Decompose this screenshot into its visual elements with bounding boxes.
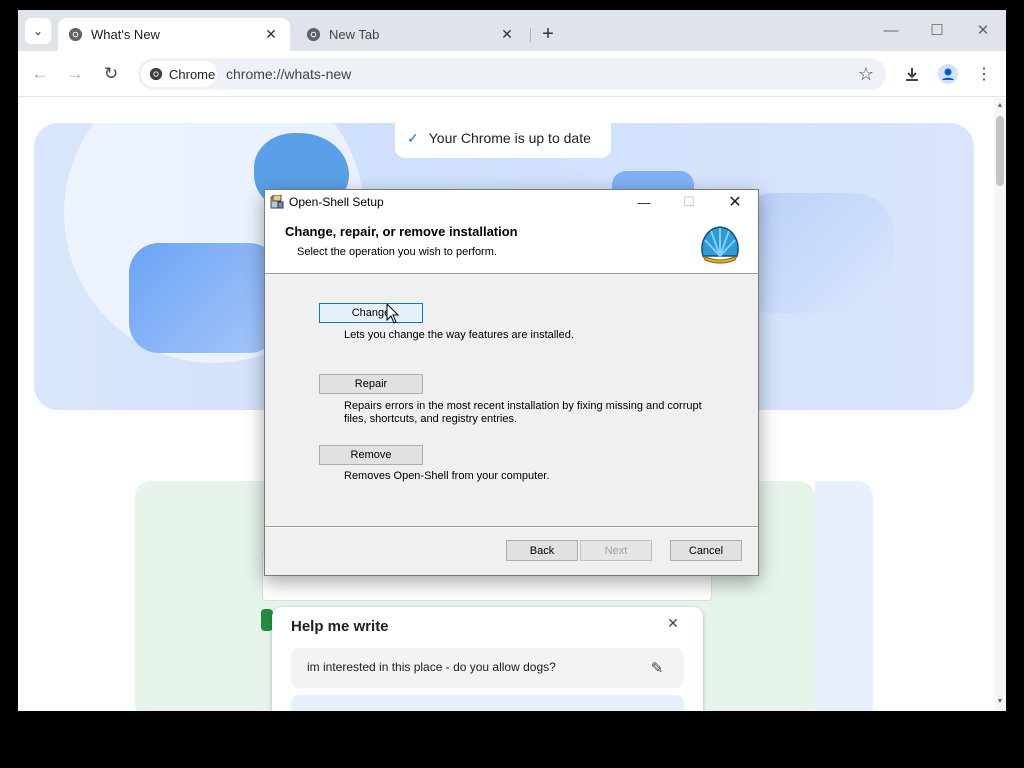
scroll-up-icon[interactable]: ▲: [996, 102, 1004, 110]
bookmark-star-button[interactable]: ☆: [854, 62, 878, 86]
change-button[interactable]: Change: [319, 303, 423, 323]
next-button-label: Next: [604, 544, 628, 557]
remove-description: Removes Open-Shell from your computer.: [344, 470, 550, 482]
close-icon: ✕: [976, 22, 990, 39]
reload-icon: ↻: [103, 64, 119, 83]
maximize-button[interactable]: ☐: [925, 20, 949, 40]
remove-button-label: Remove: [350, 449, 392, 461]
dialog-title: Open-Shell Setup: [289, 195, 384, 209]
dialog-subheading: Select the operation you wish to perform…: [297, 246, 497, 258]
dialog-close-button[interactable]: ✕: [723, 192, 747, 212]
minimize-icon: —: [637, 194, 651, 210]
close-icon[interactable]: ✕: [665, 615, 681, 631]
repair-button-label: Repair: [354, 378, 388, 390]
remove-button[interactable]: Remove: [319, 445, 423, 465]
cancel-button-label: Cancel: [688, 544, 724, 557]
scrollbar-thumb[interactable]: [996, 116, 1004, 186]
maximize-icon: ☐: [930, 22, 944, 39]
download-icon: [906, 68, 918, 81]
help-me-write-title: Help me write: [291, 618, 389, 635]
close-icon: ✕: [728, 194, 742, 211]
profile-icon: [938, 64, 958, 84]
omnibox[interactable]: Chrome chrome://whats-new ☆: [138, 58, 886, 90]
dialog-heading: Change, repair, or remove installation: [285, 224, 518, 239]
tab-strip: ⌄ What's New ✕ New Tab ✕ + — ☐ ✕: [18, 10, 1006, 51]
toolbar: ← → ↻ Chrome chrome://whats-new ☆ ⋮: [18, 51, 1006, 97]
chrome-icon: [68, 27, 83, 42]
chrome-icon: [306, 27, 321, 42]
close-icon[interactable]: ✕: [262, 26, 280, 44]
check-icon: ✓: [407, 129, 419, 146]
help-me-write-prompt: im interested in this place - do you all…: [307, 660, 556, 674]
close-window-button[interactable]: ✕: [971, 20, 995, 40]
dialog-header: Change, repair, or remove installation S…: [265, 214, 758, 274]
dialog-maximize-button: ☐: [677, 192, 701, 212]
arrow-right-icon: →: [66, 64, 84, 83]
menu-button[interactable]: ⋮: [971, 61, 997, 87]
more-vert-icon: ⋮: [976, 66, 992, 83]
tab-search-button[interactable]: ⌄: [25, 18, 51, 44]
forward-button[interactable]: →: [62, 61, 88, 87]
open-shell-logo-icon: [701, 226, 739, 264]
setup-dialog: Open-Shell Setup — ☐ ✕ Change, repair, o…: [264, 189, 759, 576]
dialog-minimize-button[interactable]: —: [632, 192, 656, 212]
update-status-text: Your Chrome is up to date: [428, 130, 591, 146]
help-me-write-card: Help me write ✕ im interested in this pl…: [272, 607, 703, 711]
star-icon: ☆: [857, 63, 875, 84]
dialog-titlebar[interactable]: Open-Shell Setup — ☐ ✕: [265, 190, 758, 214]
repair-description: Repairs errors in the most recent instal…: [344, 400, 702, 425]
reload-button[interactable]: ↻: [98, 61, 124, 87]
downloads-button[interactable]: [899, 61, 925, 87]
chip-label: Chrome: [169, 66, 216, 82]
url-text[interactable]: chrome://whats-new: [226, 66, 351, 82]
help-me-write-input[interactable]: im interested in this place - do you all…: [291, 648, 684, 688]
plus-icon: +: [542, 22, 554, 45]
minimize-icon: —: [883, 21, 899, 39]
next-button: Next: [580, 540, 652, 561]
change-button-label: Change: [351, 307, 391, 319]
hero-decoration: [129, 243, 279, 353]
new-tab-button[interactable]: +: [536, 22, 560, 46]
scroll-down-icon[interactable]: ▼: [996, 698, 1004, 706]
change-description: Lets you change the way features are ins…: [344, 329, 574, 341]
tab-title: New Tab: [329, 27, 380, 42]
back-button[interactable]: Back: [506, 540, 578, 561]
repair-button[interactable]: Repair: [319, 374, 423, 394]
profile-button[interactable]: [935, 61, 961, 87]
arrow-left-icon: ←: [31, 64, 49, 83]
maximize-icon: ☐: [683, 194, 695, 209]
tab-title: What's New: [91, 27, 160, 42]
footer-divider-highlight: [265, 527, 758, 528]
installer-icon: [270, 195, 284, 209]
site-info-chip[interactable]: Chrome: [141, 61, 217, 87]
page-scrollbar[interactable]: ▲ ▼: [994, 98, 1006, 711]
cancel-button[interactable]: Cancel: [670, 540, 742, 561]
pencil-icon[interactable]: ✎: [647, 658, 667, 678]
chrome-icon: [149, 67, 163, 81]
minimize-button[interactable]: —: [879, 20, 903, 40]
update-status-banner: ✓ Your Chrome is up to date: [395, 118, 611, 158]
tab-whats-new[interactable]: What's New ✕: [58, 18, 290, 51]
help-me-write-output: [291, 695, 684, 711]
back-button-label: Back: [529, 544, 555, 557]
chevron-down-icon: ⌄: [32, 24, 44, 38]
mouse-cursor-icon: [386, 303, 400, 324]
tab-new-tab[interactable]: New Tab ✕: [296, 18, 526, 51]
feature-card-edge: [815, 481, 873, 711]
close-icon[interactable]: ✕: [498, 26, 516, 44]
back-button[interactable]: ←: [27, 61, 53, 87]
tab-divider: [530, 28, 531, 42]
